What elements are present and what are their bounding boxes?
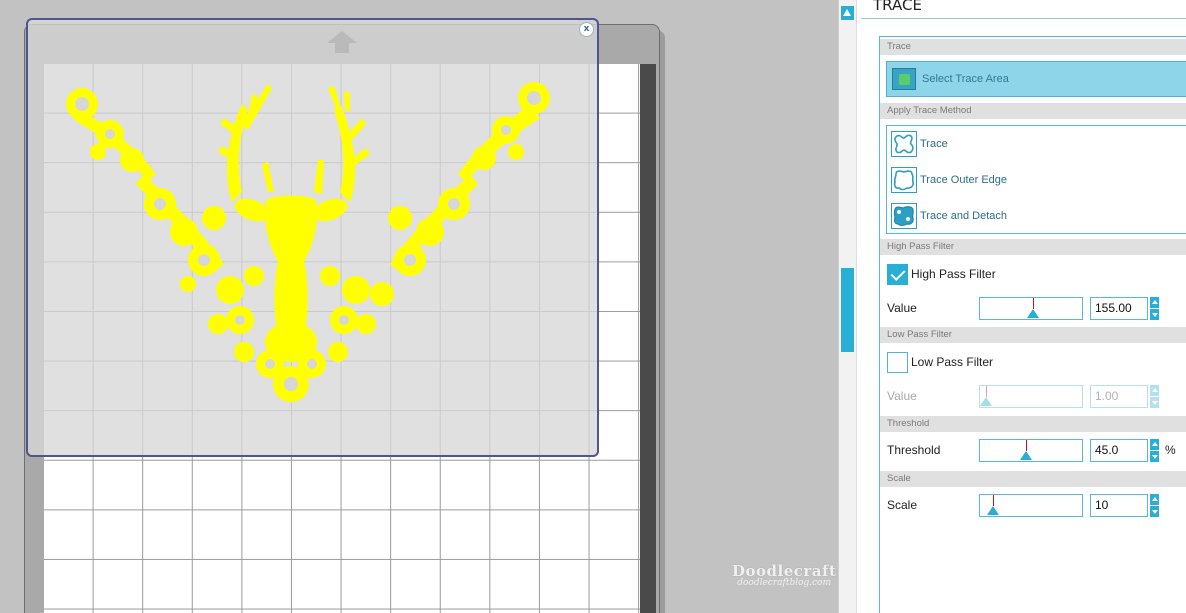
slider-marker — [993, 495, 994, 506]
scale-value-field[interactable]: 10 — [1090, 494, 1148, 517]
trace-panel: TRACE Trace Select Trace Area Apply Trac… — [856, 0, 1186, 613]
trace-method-list: Trace Trace Outer Edge Trace and Detach — [886, 125, 1186, 234]
scale-slider[interactable] — [979, 494, 1083, 517]
low-pass-spinner — [1150, 385, 1159, 408]
low-pass-slider — [979, 385, 1083, 408]
title-divider — [861, 18, 1186, 19]
decrement-arrow-icon[interactable] — [1150, 309, 1159, 320]
trace-method-trace[interactable]: Trace — [887, 126, 1186, 162]
decrement-arrow-icon[interactable] — [1150, 506, 1159, 517]
trace-outer-edge-icon — [891, 167, 917, 193]
increment-arrow-icon[interactable] — [1150, 297, 1159, 308]
scroll-up-button[interactable] — [841, 6, 854, 20]
high-pass-value-field[interactable]: 155.00 — [1090, 297, 1148, 320]
decrement-arrow-icon — [1150, 397, 1159, 408]
increment-arrow-icon[interactable] — [1150, 494, 1159, 505]
threshold-label: Threshold — [887, 443, 941, 457]
panel-title: TRACE — [873, 0, 922, 14]
section-header-threshold: Threshold — [880, 416, 1186, 432]
low-pass-value-label: Value — [887, 389, 917, 403]
scale-label: Scale — [887, 498, 918, 512]
low-pass-checkbox-label: Low Pass Filter — [911, 355, 994, 369]
threshold-value-field[interactable]: 45.0 — [1090, 439, 1148, 462]
trace-method-outer-edge[interactable]: Trace Outer Edge — [887, 162, 1186, 198]
select-trace-area-button[interactable]: Select Trace Area — [886, 61, 1186, 97]
mat-edge — [640, 64, 656, 613]
threshold-slider[interactable] — [979, 439, 1083, 462]
high-pass-value-label: Value — [887, 301, 917, 315]
design-canvas[interactable]: x Doodlecraft doodlecraftblog.com — [0, 0, 838, 613]
section-header-scale: Scale — [880, 471, 1186, 487]
close-trace-area-icon[interactable]: x — [579, 22, 594, 37]
select-trace-area-label: Select Trace Area — [922, 73, 1009, 85]
slider-thumb[interactable] — [987, 506, 999, 515]
scroll-thumb[interactable] — [841, 268, 854, 352]
trace-icon — [891, 131, 917, 157]
threshold-unit: % — [1165, 443, 1176, 457]
scale-spinner[interactable] — [1150, 494, 1159, 517]
trace-method-label: Trace and Detach — [920, 210, 1008, 222]
section-header-low-pass: Low Pass Filter — [880, 327, 1186, 343]
trace-method-detach[interactable]: Trace and Detach — [887, 198, 1186, 234]
high-pass-spinner[interactable] — [1150, 297, 1159, 320]
decrement-arrow-icon[interactable] — [1150, 451, 1159, 462]
watermark: Doodlecraft doodlecraftblog.com — [732, 562, 836, 588]
section-header-apply-method: Apply Trace Method — [880, 103, 1186, 119]
panel-body: Trace Select Trace Area Apply Trace Meth… — [879, 36, 1186, 613]
trace-method-label: Trace — [920, 138, 948, 150]
trace-method-label: Trace Outer Edge — [920, 174, 1008, 186]
high-pass-slider[interactable] — [979, 297, 1083, 320]
slider-marker — [1033, 298, 1034, 309]
slider-thumb — [980, 397, 992, 406]
slider-marker — [986, 386, 987, 397]
deer-flourish-design[interactable] — [44, 64, 597, 411]
low-pass-value-field: 1.00 — [1090, 385, 1148, 408]
slider-thumb[interactable] — [1027, 309, 1039, 318]
increment-arrow-icon[interactable] — [1150, 439, 1159, 450]
panel-scrollbar[interactable] — [838, 0, 856, 613]
trace-detach-icon — [891, 203, 917, 229]
select-trace-area-icon — [892, 68, 916, 90]
section-header-trace: Trace — [880, 39, 1186, 55]
slider-marker — [1026, 440, 1027, 451]
high-pass-checkbox-label: High Pass Filter — [911, 267, 996, 281]
section-header-high-pass: High Pass Filter — [880, 239, 1186, 255]
increment-arrow-icon — [1150, 385, 1159, 396]
watermark-url: doodlecraftblog.com — [737, 578, 832, 588]
threshold-spinner[interactable] — [1150, 439, 1159, 462]
high-pass-checkbox[interactable] — [887, 264, 908, 285]
low-pass-checkbox[interactable] — [887, 352, 908, 373]
slider-thumb[interactable] — [1020, 451, 1032, 460]
